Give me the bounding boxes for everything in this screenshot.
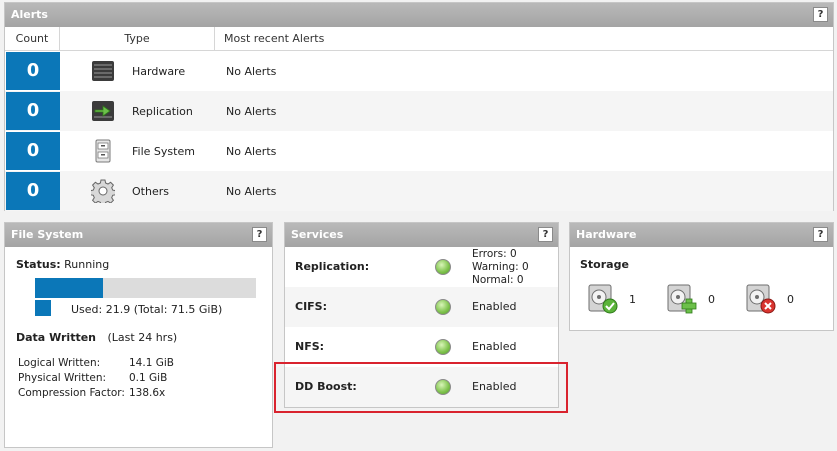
col-type[interactable]: Type xyxy=(60,27,215,50)
service-name: DD Boost: xyxy=(295,380,357,393)
alert-row-others[interactable]: 0 Others No Alerts xyxy=(5,171,833,211)
alert-row-hardware[interactable]: 0 Hardware No Alerts xyxy=(5,51,833,91)
disk-ok-icon xyxy=(588,284,618,314)
alert-recent: No Alerts xyxy=(226,64,277,78)
metric-physical-written: Physical Written: 0.1 GiB xyxy=(18,372,167,384)
alerts-help-button[interactable]: ? xyxy=(813,7,828,22)
alert-type-label: Others xyxy=(132,184,169,198)
alert-recent: No Alerts xyxy=(226,104,277,118)
storage-failed-count: 0 xyxy=(787,292,794,306)
alert-type-label: Hardware xyxy=(132,64,186,78)
service-status: Enabled xyxy=(472,340,517,353)
file-system-status: Status: Running xyxy=(16,258,109,271)
storage-ok-count: 1 xyxy=(629,292,636,306)
service-name: CIFS: xyxy=(295,300,328,313)
file-system-panel: File System ? Status: Running Used: 21.9… xyxy=(4,222,273,448)
alerts-column-headers: Count Type Most recent Alerts xyxy=(5,27,833,51)
alert-type-label: Replication xyxy=(132,104,193,118)
replication-normal: Normal: 0 xyxy=(472,274,524,286)
service-name: Replication: xyxy=(295,260,370,273)
metric-label: Compression Factor: xyxy=(18,387,125,399)
file-system-help-button[interactable]: ? xyxy=(252,227,267,242)
hardware-header: Hardware ? xyxy=(570,223,833,247)
metric-compression-factor: Compression Factor: 138.6x xyxy=(18,387,165,399)
metric-value: 14.1 GiB xyxy=(129,357,174,369)
status-led-icon xyxy=(435,299,451,315)
usage-text: Used: 21.9 (Total: 71.5 GiB) xyxy=(71,303,223,316)
replication-errors: Errors: 0 xyxy=(472,248,517,260)
alert-count[interactable]: 0 xyxy=(6,92,60,130)
usage-legend-swatch xyxy=(35,300,51,316)
alert-row-file-system[interactable]: 0 File System No Alerts xyxy=(5,131,833,171)
metric-logical-written: Logical Written: 14.1 GiB xyxy=(18,357,174,369)
data-written-heading: Data Written (Last 24 hrs) xyxy=(16,331,177,344)
alert-recent: No Alerts xyxy=(226,184,277,198)
service-row-nfs[interactable]: NFS: Enabled xyxy=(285,327,558,367)
alerts-title: Alerts xyxy=(11,8,48,21)
status-led-icon xyxy=(435,339,451,355)
service-name: NFS: xyxy=(295,340,325,353)
services-header: Services ? xyxy=(285,223,558,247)
replication-counts: Errors: 0 Warning: 0 Normal: 0 xyxy=(472,248,529,287)
alert-row-replication[interactable]: 0 Replication No Alerts xyxy=(5,91,833,131)
col-recent[interactable]: Most recent Alerts xyxy=(215,27,833,50)
services-title: Services xyxy=(291,228,344,241)
data-written-label: Data Written xyxy=(16,331,97,344)
alert-recent: No Alerts xyxy=(226,144,277,158)
alert-count[interactable]: 0 xyxy=(6,172,60,210)
status-label: Status: xyxy=(16,258,61,271)
usage-bar xyxy=(35,278,256,298)
services-help-button[interactable]: ? xyxy=(538,227,553,242)
hardware-title: Hardware xyxy=(576,228,637,241)
alerts-header: Alerts ? xyxy=(5,3,833,27)
alert-count[interactable]: 0 xyxy=(6,52,60,90)
file-system-title: File System xyxy=(11,228,84,241)
metric-value: 0.1 GiB xyxy=(129,372,168,384)
usage-bar-fill xyxy=(35,278,103,298)
gear-icon xyxy=(90,178,116,204)
replication-warning: Warning: 0 xyxy=(472,261,529,273)
storage-add[interactable]: 0 xyxy=(666,283,715,315)
replication-icon xyxy=(90,98,116,124)
hardware-help-button[interactable]: ? xyxy=(813,227,828,242)
metric-label: Physical Written: xyxy=(18,372,107,384)
storage-add-count: 0 xyxy=(708,292,715,306)
alert-type-label: File System xyxy=(132,144,195,158)
metric-value: 138.6x xyxy=(129,387,166,399)
service-row-replication[interactable]: Replication: Errors: 0 Warning: 0 Normal… xyxy=(285,247,558,287)
data-written-period: (Last 24 hrs) xyxy=(107,331,178,344)
status-led-icon xyxy=(435,259,451,275)
storage-failed[interactable]: 0 xyxy=(745,283,794,315)
alert-count[interactable]: 0 xyxy=(6,132,60,170)
status-led-icon xyxy=(435,379,451,395)
services-panel: Services ? Replication: Errors: 0 Warnin… xyxy=(284,222,559,408)
disk-add-icon xyxy=(667,284,697,314)
storage-label: Storage xyxy=(580,258,629,271)
storage-ok[interactable]: 1 xyxy=(587,283,636,315)
status-value: Running xyxy=(64,258,110,271)
hardware-panel: Hardware ? Storage 1 0 0 xyxy=(569,222,834,331)
service-row-cifs[interactable]: CIFS: Enabled xyxy=(285,287,558,327)
hardware-icon xyxy=(90,58,116,84)
metric-label: Logical Written: xyxy=(18,357,101,369)
disk-failed-icon xyxy=(746,284,776,314)
file-system-icon xyxy=(90,138,116,164)
service-row-ddboost[interactable]: DD Boost: Enabled xyxy=(285,367,558,407)
service-status: Enabled xyxy=(472,380,517,393)
col-count[interactable]: Count xyxy=(5,27,60,50)
file-system-header: File System ? xyxy=(5,223,272,247)
alerts-panel: Alerts ? Count Type Most recent Alerts 0… xyxy=(4,2,834,211)
service-status: Enabled xyxy=(472,300,517,313)
